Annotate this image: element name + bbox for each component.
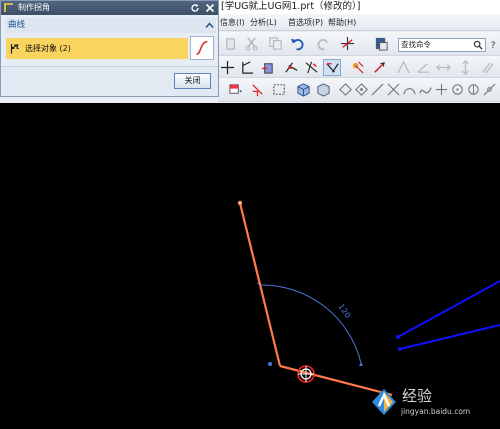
dimension-icon[interactable] xyxy=(370,59,388,76)
quick-trim-icon[interactable] xyxy=(302,59,320,76)
dialog-title: 制作拐角 xyxy=(18,3,50,12)
angle-dimension-label[interactable]: 120 xyxy=(336,302,352,320)
graphics-viewport[interactable]: 120 xyxy=(0,103,500,429)
curve-group-title: 曲线 xyxy=(8,20,26,30)
flag-icon xyxy=(10,44,19,54)
dialog-footer: 关闭 xyxy=(1,66,218,96)
parallel-disabled-icon[interactable] xyxy=(478,59,496,76)
select-object-label: 选择对象 (2) xyxy=(25,44,71,53)
dialog-title-bar[interactable]: 制作拐角 xyxy=(1,1,218,15)
chevron-up-icon[interactable] xyxy=(205,21,214,30)
snap-point-on-curve-icon[interactable] xyxy=(480,81,498,98)
selection-box-icon[interactable] xyxy=(270,81,288,98)
close-button[interactable]: 关闭 xyxy=(174,73,211,89)
corner-icon xyxy=(4,3,13,12)
paste-icon[interactable] xyxy=(222,35,240,52)
menu-preferences[interactable]: 首选项(P) xyxy=(288,14,323,31)
constraint-icon[interactable] xyxy=(348,59,366,76)
make-corner-tool-icon[interactable] xyxy=(282,59,300,76)
pick-cursor-icon xyxy=(297,365,315,383)
make-corner-active-icon[interactable] xyxy=(323,59,341,76)
snap-point-icon[interactable] xyxy=(338,35,356,52)
shaded-cube-icon[interactable] xyxy=(294,81,312,98)
cut-icon[interactable] xyxy=(242,35,260,52)
color-picker-icon[interactable] xyxy=(226,81,244,98)
window-title: [学UG就上UG网1.prt（修改的）] xyxy=(218,0,500,14)
help-icon[interactable]: ? xyxy=(488,38,499,52)
horizontal-disabled-icon[interactable] xyxy=(434,59,452,76)
reset-icon[interactable] xyxy=(190,3,200,13)
toolbar-row-2 xyxy=(218,56,500,78)
vertical-disabled-icon[interactable] xyxy=(456,59,474,76)
blue-curve-upper-endpoint xyxy=(396,335,400,339)
select-object-row[interactable]: 选择对象 (2) xyxy=(6,38,188,59)
menu-analysis[interactable]: 分析(L) xyxy=(250,14,277,31)
watermark-brand-text: 经验 xyxy=(402,387,433,405)
offset-curve-icon[interactable] xyxy=(258,59,276,76)
selected-curve-1[interactable] xyxy=(238,202,282,367)
menu-info[interactable]: 信息(I) xyxy=(220,14,245,31)
curve-group-header[interactable]: 曲线 xyxy=(5,18,216,33)
search-icon[interactable] xyxy=(470,38,486,52)
angle-disabled-icon[interactable] xyxy=(414,59,432,76)
watermark-domain: jingyan.baidu.com xyxy=(401,407,471,416)
corner-marker-point xyxy=(268,362,272,366)
svg-text:?: ? xyxy=(490,41,495,50)
line-tool-icon[interactable] xyxy=(218,59,236,76)
baidu-jingyan-logo-icon xyxy=(372,389,396,415)
trim-corner-icon[interactable] xyxy=(238,59,256,76)
sketch-canvas[interactable]: 120 xyxy=(0,103,500,429)
layer-settings-icon[interactable] xyxy=(372,35,390,52)
curve-1-endpoint xyxy=(237,200,243,206)
copy-icon[interactable] xyxy=(266,35,284,52)
curve-select-icon[interactable] xyxy=(190,36,214,60)
angle-arc-arrow-end xyxy=(359,362,363,366)
menu-bar: 信息(I) 分析(L) 首选项(P) 帮助(H) xyxy=(218,14,500,31)
mirror-disabled-icon[interactable] xyxy=(394,59,412,76)
blue-curve-lower-endpoint xyxy=(398,347,402,351)
make-corner-dialog: 制作拐角 曲线 选择对象 (2) 关闭 xyxy=(0,0,219,97)
toolbar-row-3 xyxy=(218,78,500,102)
undo-icon[interactable] xyxy=(288,35,306,52)
angle-arc xyxy=(259,284,362,364)
baidu-jingyan-watermark: 经验 jingyan.baidu.com xyxy=(368,382,500,429)
cube-icon[interactable] xyxy=(314,81,332,98)
curve-rule-icon[interactable] xyxy=(248,81,266,98)
redo-icon[interactable] xyxy=(314,35,332,52)
close-icon[interactable] xyxy=(205,3,215,13)
menu-help[interactable]: 帮助(H) xyxy=(328,14,356,31)
